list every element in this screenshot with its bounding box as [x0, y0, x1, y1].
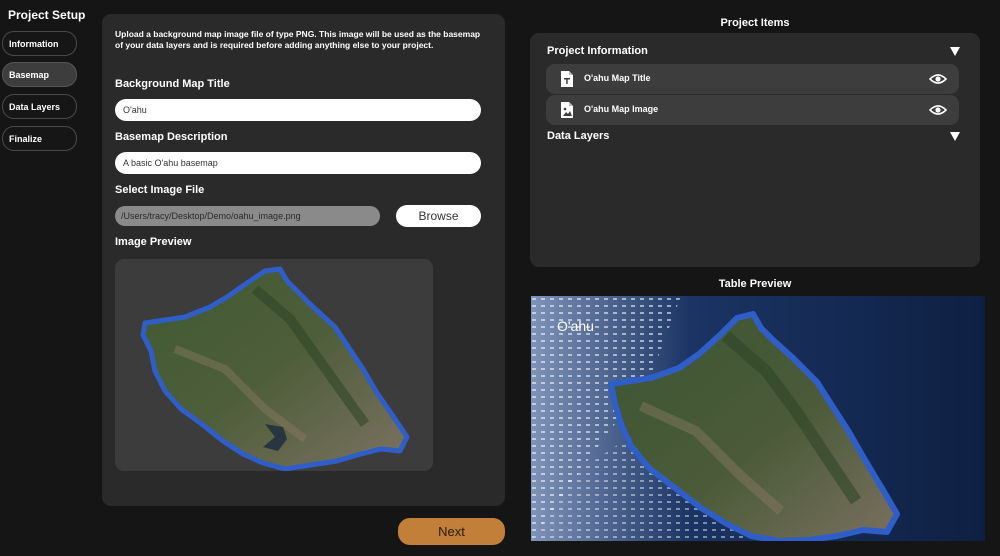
image-file-icon	[561, 102, 573, 118]
satellite-map-icon	[531, 296, 985, 541]
intro-text: Upload a background map image file of ty…	[115, 29, 481, 50]
title-label: Background Map Title	[115, 78, 230, 90]
map-title-input[interactable]	[115, 99, 481, 121]
item-map-title[interactable]: O'ahu Map Title	[546, 64, 959, 94]
nav-item-finalize[interactable]: Finalize	[2, 126, 77, 151]
item-label: O'ahu Map Image	[584, 104, 659, 114]
browse-button[interactable]: Browse	[396, 205, 481, 227]
description-input[interactable]	[115, 152, 481, 174]
preview-label: Image Preview	[115, 236, 192, 248]
sidebar-title: Project Setup	[8, 8, 86, 22]
collapse-data-layers-icon[interactable]	[950, 132, 960, 141]
next-button[interactable]: Next	[398, 518, 505, 545]
image-preview	[115, 259, 433, 471]
project-items-panel: Project Information O'ahu Map Title O'ah…	[530, 33, 980, 267]
collapse-project-information-icon[interactable]	[950, 47, 960, 56]
island-map-icon	[140, 266, 410, 471]
nav-item-data-layers[interactable]: Data Layers	[2, 94, 77, 119]
map-title-overlay: O'ahu	[557, 318, 594, 334]
table-preview-title: Table Preview	[718, 278, 792, 290]
eye-icon[interactable]	[929, 73, 947, 85]
description-label: Basemap Description	[115, 131, 228, 143]
text-file-icon	[561, 71, 573, 87]
item-label: O'ahu Map Title	[584, 73, 651, 83]
sidebar: Project Setup Information Basemap Data L…	[0, 0, 90, 556]
section-data-layers[interactable]: Data Layers	[547, 130, 609, 142]
item-map-image[interactable]: O'ahu Map Image	[546, 95, 959, 125]
table-preview: O'ahu	[531, 296, 985, 541]
eye-icon[interactable]	[929, 104, 947, 116]
project-items-title: Project Items	[720, 17, 790, 29]
basemap-panel: Upload a background map image file of ty…	[102, 14, 505, 506]
section-project-information[interactable]: Project Information	[547, 45, 648, 57]
file-path-field: /Users/tracy/Desktop/Demo/oahu_image.png	[115, 206, 380, 226]
nav-item-basemap[interactable]: Basemap	[2, 62, 77, 87]
nav-item-information[interactable]: Information	[2, 31, 77, 56]
file-label: Select Image File	[115, 184, 205, 196]
